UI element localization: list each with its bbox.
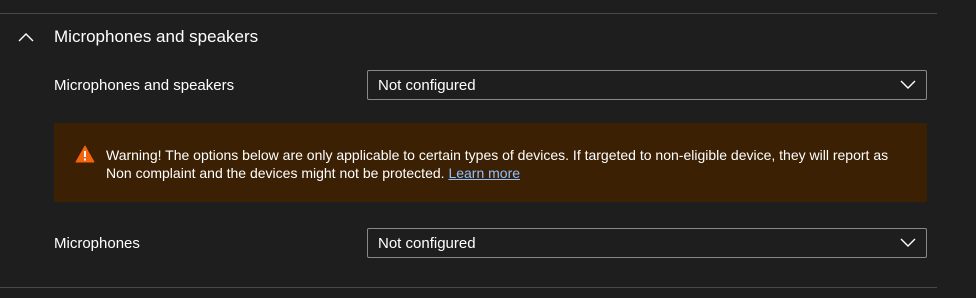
- setting-row-microphones: Microphones Not configured: [54, 228, 927, 258]
- learn-more-link[interactable]: Learn more: [448, 165, 520, 181]
- microphones-dropdown[interactable]: Not configured: [367, 228, 927, 258]
- section-title: Microphones and speakers: [54, 27, 259, 46]
- section-header-microphones-speakers[interactable]: Microphones and speakers: [18, 22, 258, 52]
- bottom-divider: [0, 287, 937, 288]
- warning-banner: Warning! The options below are only appl…: [54, 123, 927, 202]
- settings-panel: Microphones and speakers Microphones and…: [0, 0, 976, 298]
- setting-label: Microphones: [54, 234, 140, 252]
- chevron-down-icon: [898, 233, 918, 253]
- chevron-up-icon[interactable]: [18, 24, 44, 50]
- warning-message: Warning! The options below are only appl…: [106, 146, 906, 182]
- dropdown-value: Not configured: [378, 234, 476, 252]
- chevron-down-icon: [898, 75, 918, 95]
- warning-icon: [75, 145, 95, 163]
- setting-label: Microphones and speakers: [54, 76, 235, 94]
- dropdown-value: Not configured: [378, 76, 476, 94]
- top-divider: [0, 13, 937, 14]
- setting-row-microphones-speakers: Microphones and speakers Not configured: [54, 70, 927, 100]
- microphones-speakers-dropdown[interactable]: Not configured: [367, 70, 927, 100]
